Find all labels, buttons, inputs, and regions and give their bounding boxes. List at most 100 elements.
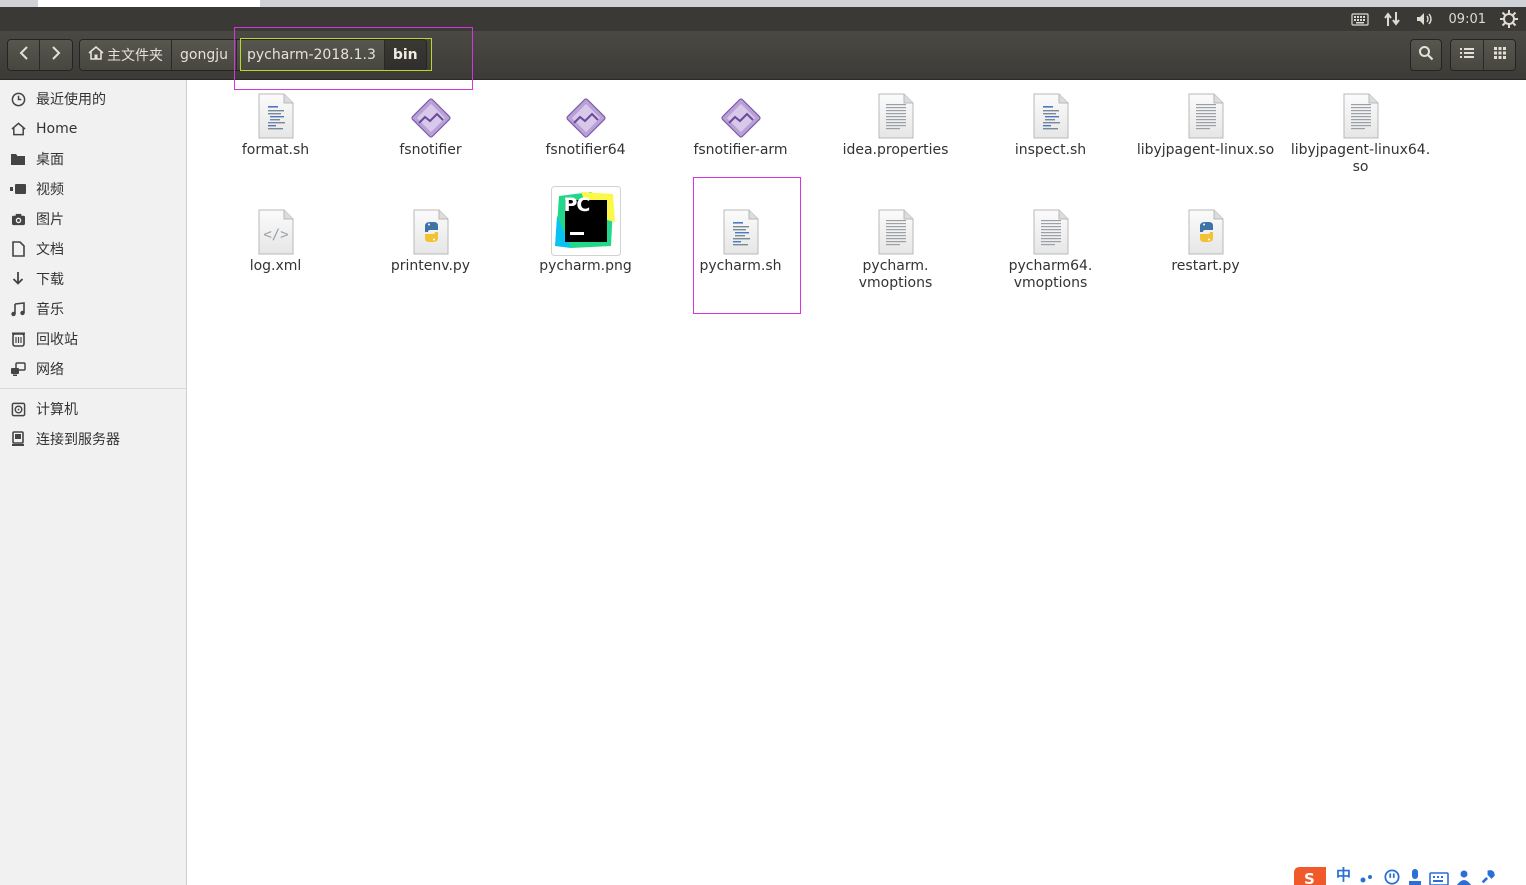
- sidebar-item-label: 音乐: [36, 302, 64, 318]
- music-icon: [10, 301, 26, 317]
- executable-file-icon: [550, 84, 622, 140]
- forward-button[interactable]: [40, 40, 72, 70]
- home-icon: [88, 45, 104, 64]
- volume-icon[interactable]: [1415, 11, 1435, 27]
- svg-text:S: S: [1304, 870, 1315, 885]
- window-top-strip: [0, 0, 1526, 7]
- script-file-icon: [1015, 84, 1087, 140]
- list-view-button[interactable]: [1451, 40, 1483, 70]
- search-icon: [1418, 45, 1434, 65]
- file-item[interactable]: format.sh: [198, 84, 353, 159]
- file-item[interactable]: pycharm. vmoptions: [818, 200, 973, 292]
- executable-file-icon: [705, 84, 777, 140]
- forward-icon: [51, 46, 61, 64]
- punctuation-icon[interactable]: [1359, 871, 1375, 885]
- file-name: inspect.sh: [1014, 142, 1087, 158]
- svg-text:</>: </>: [263, 227, 288, 243]
- sidebar-item-label: 视频: [36, 182, 64, 198]
- file-name: pycharm64. vmoptions: [1008, 258, 1093, 291]
- file-item[interactable]: fsnotifier64: [508, 84, 663, 159]
- sidebar-item-label: 桌面: [36, 152, 64, 168]
- file-name: pycharm.png: [539, 258, 632, 274]
- text-file-icon: [860, 200, 932, 256]
- sidebar-item-label: 连接到服务器: [36, 432, 120, 448]
- grid-view-button[interactable]: [1483, 40, 1515, 70]
- system-tray: 09:01: [1350, 10, 1518, 28]
- nautilus-headerbar: 主文件夹 gongju pycharm-2018.1.3 bin: [0, 31, 1526, 80]
- sidebar-item[interactable]: 图片: [0, 204, 186, 234]
- file-name: restart.py: [1171, 258, 1240, 274]
- clock[interactable]: 09:01: [1449, 12, 1486, 27]
- breadcrumb-gongju[interactable]: gongju: [172, 40, 237, 70]
- top-panel: 09:01: [0, 7, 1526, 31]
- sidebar-item[interactable]: 最近使用的: [0, 84, 186, 114]
- file-item[interactable]: </> log.xml: [198, 200, 353, 275]
- network-arrows-icon[interactable]: [1383, 11, 1401, 27]
- file-name: fsnotifier-arm: [693, 142, 788, 158]
- sidebar-item-label: 文档: [36, 242, 64, 258]
- file-name: pycharm. vmoptions: [858, 258, 933, 291]
- executable-file-icon: [395, 84, 467, 140]
- xml-file-icon: </>: [240, 200, 312, 256]
- trash-icon: [10, 331, 26, 347]
- user-icon[interactable]: [1457, 869, 1472, 885]
- file-item[interactable]: idea.properties: [818, 84, 973, 159]
- sidebar-item[interactable]: 桌面: [0, 144, 186, 174]
- grid-view-icon: [1493, 47, 1506, 63]
- breadcrumb-home[interactable]: 主文件夹: [80, 40, 172, 70]
- sidebar-item[interactable]: 视频: [0, 174, 186, 204]
- sidebar-item[interactable]: 下载: [0, 264, 186, 294]
- power-gear-icon[interactable]: [1500, 10, 1518, 28]
- sidebar-item[interactable]: 文档: [0, 234, 186, 264]
- file-item[interactable]: libyjpagent-linux64. so: [1283, 84, 1438, 176]
- file-item[interactable]: PC pycharm.png: [508, 186, 663, 275]
- sidebar-divider: [0, 388, 186, 389]
- camera-icon: [10, 211, 26, 227]
- sidebar-item[interactable]: 计算机: [0, 394, 186, 424]
- list-view-icon: [1460, 47, 1474, 63]
- emoji-icon[interactable]: [1383, 869, 1401, 885]
- annotation-box-path-highlight: [240, 38, 432, 71]
- file-item[interactable]: fsnotifier-arm: [663, 84, 818, 159]
- sidebar-item-label: 回收站: [36, 332, 78, 348]
- file-item[interactable]: restart.py: [1128, 200, 1283, 275]
- settings-icon[interactable]: [1479, 869, 1497, 885]
- sidebar-item[interactable]: 网络: [0, 354, 186, 384]
- soft-keyboard-icon[interactable]: [1429, 871, 1449, 885]
- annotation-box-pycharm-sh: [693, 177, 801, 314]
- search-button[interactable]: [1410, 39, 1442, 71]
- navigation-buttons: [7, 39, 73, 71]
- text-file-icon: [1325, 84, 1397, 140]
- sidebar-item-label: 最近使用的: [36, 92, 106, 108]
- sidebar-item-label: 计算机: [36, 402, 78, 418]
- mic-icon[interactable]: [1409, 869, 1422, 885]
- chinese-mode-icon[interactable]: 中: [1336, 865, 1351, 885]
- computer-icon: [10, 401, 26, 417]
- document-icon: [10, 241, 26, 257]
- file-item[interactable]: inspect.sh: [973, 84, 1128, 159]
- sidebar-item[interactable]: 回收站: [0, 324, 186, 354]
- file-item[interactable]: libyjpagent-linux.so: [1128, 84, 1283, 159]
- sogou-icon[interactable]: S: [1292, 865, 1328, 885]
- sidebar-item[interactable]: 音乐: [0, 294, 186, 324]
- pycharm-image-icon: PC: [550, 184, 622, 256]
- home-icon: [10, 121, 26, 137]
- back-button[interactable]: [8, 40, 40, 70]
- sidebar-item-label: 网络: [36, 362, 64, 378]
- keyboard-icon[interactable]: [1350, 12, 1369, 26]
- file-item[interactable]: pycharm64. vmoptions: [973, 200, 1128, 292]
- back-icon: [19, 46, 29, 64]
- file-item[interactable]: printenv.py: [353, 200, 508, 275]
- view-toggle-group: [1450, 39, 1516, 71]
- ime-toolbar: S中: [1290, 865, 1526, 885]
- file-name: fsnotifier: [399, 142, 462, 158]
- sidebar-item[interactable]: Home: [0, 114, 186, 144]
- download-icon: [10, 271, 26, 287]
- sidebar-item-label: Home: [36, 121, 78, 137]
- breadcrumb-label: 主文件夹: [107, 48, 163, 64]
- file-item[interactable]: fsnotifier: [353, 84, 508, 159]
- browser-tab-fragment: [38, 0, 260, 7]
- sidebar-item[interactable]: 连接到服务器: [0, 424, 186, 454]
- sidebar: 最近使用的 Home 桌面视频图片文档下载音乐回收站网络 计算机连接到服务器: [0, 80, 187, 885]
- file-name: printenv.py: [390, 258, 471, 274]
